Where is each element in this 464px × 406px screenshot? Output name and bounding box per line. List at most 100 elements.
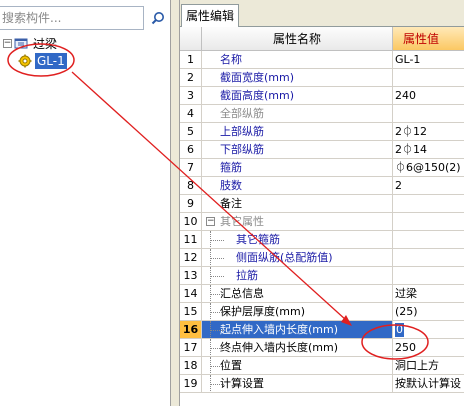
collapse-toggle[interactable]: − — [3, 38, 12, 48]
table-row[interactable]: 2 截面宽度(mm) — [180, 69, 464, 87]
property-name-cell[interactable]: 箍筋 — [202, 159, 393, 177]
property-name: 终点伸入墙内长度(mm) — [220, 341, 339, 354]
property-value-cell[interactable] — [393, 195, 464, 213]
property-name-cell[interactable]: 截面宽度(mm) — [202, 69, 393, 87]
property-value-cell[interactable] — [393, 267, 464, 285]
property-name: 其它属性 — [220, 215, 264, 228]
table-row[interactable]: 4 全部纵筋 — [180, 105, 464, 123]
property-value-cell[interactable]: 0 — [393, 321, 464, 339]
property-value-cell[interactable]: 洞口上方 — [393, 357, 464, 375]
property-name-cell[interactable]: 终点伸入墙内长度(mm) — [202, 339, 393, 357]
property-name-cell[interactable]: 下部纵筋 — [202, 141, 393, 159]
property-value-cell[interactable] — [393, 105, 464, 123]
table-row[interactable]: 3 截面高度(mm) 240 — [180, 87, 464, 105]
table-row[interactable]: 13 拉筋 — [180, 267, 464, 285]
search-input[interactable]: 搜索构件... — [0, 6, 144, 30]
table-row[interactable]: 9 备注 — [180, 195, 464, 213]
row-number: 6 — [180, 141, 202, 159]
tree-guide-branch — [210, 276, 224, 277]
search-button[interactable] — [147, 6, 169, 30]
property-name-cell[interactable]: − 其它属性 — [202, 213, 393, 231]
property-value-cell[interactable]: ⏀6@150(2) — [393, 159, 464, 177]
table-row[interactable]: 16 起点伸入墙内长度(mm) 0 — [180, 321, 464, 339]
property-name: 全部纵筋 — [220, 107, 264, 120]
property-name-cell[interactable]: 名称 — [202, 51, 393, 69]
property-value: 2⏀12 — [395, 125, 427, 138]
table-row[interactable]: 14 汇总信息 过梁 — [180, 285, 464, 303]
row-number: 2 — [180, 69, 202, 87]
property-value-cell[interactable]: 240 — [393, 87, 464, 105]
property-name-cell[interactable]: 其它箍筋 — [202, 231, 393, 249]
property-value-cell[interactable] — [393, 69, 464, 87]
property-name-cell[interactable]: 全部纵筋 — [202, 105, 393, 123]
table-row[interactable]: 1 名称 GL-1 — [180, 51, 464, 69]
property-name: 备注 — [220, 197, 242, 210]
header-property-value[interactable]: 属性值 — [393, 27, 464, 51]
table-row[interactable]: 17 终点伸入墙内长度(mm) 250 — [180, 339, 464, 357]
property-value: 240 — [395, 89, 416, 102]
table-row[interactable]: 18 位置 洞口上方 — [180, 357, 464, 375]
row-number: 5 — [180, 123, 202, 141]
property-name-cell[interactable]: 拉筋 — [202, 267, 393, 285]
table-row[interactable]: 11 其它箍筋 — [180, 231, 464, 249]
row-number: 9 — [180, 195, 202, 213]
property-name-cell[interactable]: 计算设置 — [202, 375, 393, 393]
grid-header: 属性名称 属性值 — [180, 27, 464, 51]
property-value-cell[interactable]: 250 — [393, 339, 464, 357]
property-name: 其它箍筋 — [236, 233, 280, 246]
property-value-cell[interactable]: 2⏀14 — [393, 141, 464, 159]
property-name: 起点伸入墙内长度(mm) — [220, 323, 339, 336]
property-name-cell[interactable]: 起点伸入墙内长度(mm) — [202, 321, 393, 339]
property-value: 2⏀14 — [395, 143, 427, 156]
table-row[interactable]: 8 肢数 2 — [180, 177, 464, 195]
property-value: (25) — [395, 305, 418, 318]
property-name: 汇总信息 — [220, 287, 264, 300]
table-row[interactable]: 12 侧面纵筋(总配筋值) — [180, 249, 464, 267]
tree-guide-branch — [210, 330, 224, 331]
property-value-cell[interactable]: 过梁 — [393, 285, 464, 303]
tab-property-edit[interactable]: 属性编辑 — [181, 4, 240, 28]
search-icon — [151, 12, 164, 25]
property-name: 保护层厚度(mm) — [220, 305, 306, 318]
property-value-cell[interactable] — [393, 249, 464, 267]
property-grid: 属性名称 属性值 1 名称 GL-1 2 截面宽度(mm) 3 截面高度(mm) 240 4 全部… — [180, 27, 464, 406]
property-value-cell[interactable]: GL-1 — [393, 51, 464, 69]
property-name-cell[interactable]: 备注 — [202, 195, 393, 213]
tree-guide-branch — [210, 240, 224, 241]
property-value-cell[interactable] — [393, 213, 464, 231]
property-name: 拉筋 — [236, 269, 258, 282]
property-panel: 属性编辑 属性名称 属性值 1 名称 GL-1 2 截面宽度(mm) 3 截面高度(mm) 2… — [180, 0, 464, 406]
property-value-cell[interactable]: 按默认计算设 — [393, 375, 464, 393]
property-name-cell[interactable]: 上部纵筋 — [202, 123, 393, 141]
property-name-cell[interactable]: 侧面纵筋(总配筋值) — [202, 249, 393, 267]
property-name: 截面高度(mm) — [220, 89, 295, 102]
property-name-cell[interactable]: 肢数 — [202, 177, 393, 195]
property-name-cell[interactable]: 汇总信息 — [202, 285, 393, 303]
property-name-cell[interactable]: 截面高度(mm) — [202, 87, 393, 105]
tree-node-lintel[interactable]: − 过梁 — [0, 34, 59, 52]
header-property-name[interactable]: 属性名称 — [202, 27, 393, 51]
tree-node-gl1[interactable]: GL-1 — [18, 52, 67, 70]
property-name: 计算设置 — [220, 377, 264, 390]
folder-icon — [14, 38, 28, 49]
property-value-cell[interactable]: (25) — [393, 303, 464, 321]
property-name: 下部纵筋 — [220, 143, 264, 156]
table-row[interactable]: 19 计算设置 按默认计算设 — [180, 375, 464, 393]
table-row[interactable]: 6 下部纵筋 2⏀14 — [180, 141, 464, 159]
table-row[interactable]: 5 上部纵筋 2⏀12 — [180, 123, 464, 141]
table-row[interactable]: 15 保护层厚度(mm) (25) — [180, 303, 464, 321]
tree-guide-branch — [210, 384, 224, 385]
property-value-cell[interactable] — [393, 231, 464, 249]
search-bar: 搜索构件... — [0, 6, 171, 32]
group-collapse-toggle[interactable]: − — [206, 217, 215, 226]
table-row[interactable]: 10− 其它属性 — [180, 213, 464, 231]
property-value-cell[interactable]: 2 — [393, 177, 464, 195]
table-row[interactable]: 7 箍筋 ⏀6@150(2) — [180, 159, 464, 177]
property-name-cell[interactable]: 保护层厚度(mm) — [202, 303, 393, 321]
panel-splitter[interactable] — [171, 0, 180, 406]
property-name-cell[interactable]: 位置 — [202, 357, 393, 375]
property-value: 2 — [395, 179, 402, 192]
property-value-cell[interactable]: 2⏀12 — [393, 123, 464, 141]
row-number: 1 — [180, 51, 202, 69]
tree-guide-branch — [210, 258, 224, 259]
